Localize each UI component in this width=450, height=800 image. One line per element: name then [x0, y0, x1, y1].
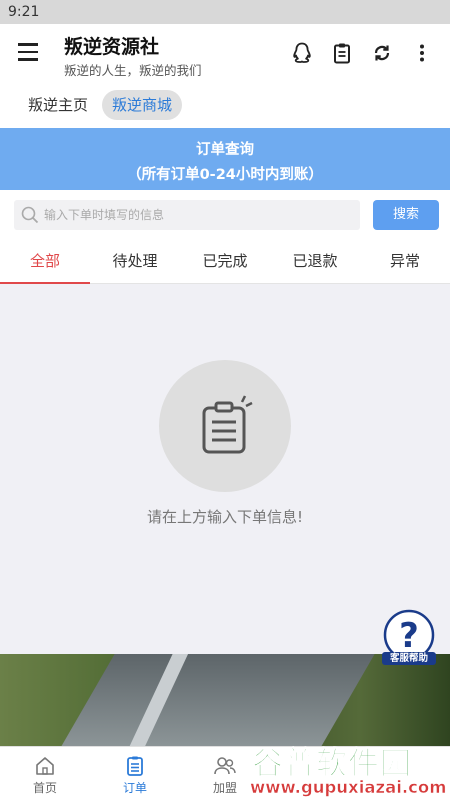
app-bar: 叛逆资源社 叛逆的人生，叛逆的我们 — [0, 24, 450, 82]
tab-completed[interactable]: 已完成 — [180, 240, 270, 283]
svg-text:?: ? — [399, 616, 419, 656]
more-vertical-icon — [420, 44, 424, 62]
app-title: 叛逆资源社 — [64, 36, 160, 58]
tab-pending[interactable]: 待处理 — [90, 240, 180, 283]
empty-state-illustration — [159, 360, 291, 492]
app-subtitle: 叛逆的人生，叛逆的我们 — [64, 63, 202, 78]
tab-abnormal[interactable]: 异常 — [360, 240, 450, 283]
empty-state-message: 请在上方输入下单信息! — [146, 508, 303, 526]
watermark-logo: 谷普软件园 www.gupuxiazai.com — [248, 738, 450, 800]
refresh-button[interactable] — [362, 38, 402, 68]
site-nav-tabs: 叛逆主页 叛逆商城 — [0, 82, 450, 128]
nav-tab-shop[interactable]: 叛逆商城 — [102, 90, 183, 120]
order-status-tabs: 全部 待处理 已完成 已退款 异常 — [0, 240, 450, 284]
bottom-nav-home[interactable]: 首页 — [0, 747, 90, 800]
status-time: 9:21 — [8, 4, 40, 20]
watermark-url: www.gupuxiazai.com — [250, 778, 447, 798]
qq-button[interactable] — [282, 38, 322, 68]
users-icon — [214, 757, 236, 775]
qq-icon — [293, 42, 311, 63]
bottom-nav-orders[interactable]: 订单 — [90, 747, 180, 800]
refresh-icon — [374, 45, 390, 61]
search-box — [14, 200, 360, 230]
tab-refunded[interactable]: 已退款 — [270, 240, 360, 283]
tab-all[interactable]: 全部 — [0, 240, 90, 284]
menu-button[interactable] — [14, 38, 42, 66]
nav-tab-home[interactable]: 叛逆主页 — [18, 90, 98, 120]
order-icon — [127, 756, 143, 776]
status-bar: 9:21 — [0, 0, 450, 24]
search-input[interactable] — [44, 200, 354, 230]
bottom-nav-orders-label: 订单 — [122, 781, 147, 795]
empty-clipboard-icon — [202, 395, 253, 454]
search-button[interactable]: 搜索 — [373, 200, 439, 230]
search-row: 搜索 — [0, 190, 450, 240]
search-icon — [21, 206, 39, 224]
watermark-title: 谷普软件园 — [252, 746, 412, 783]
help-label[interactable]: 客服帮助 — [382, 652, 436, 665]
background-scene-image — [0, 654, 450, 746]
home-icon — [36, 757, 54, 775]
bottom-nav-home-label: 首页 — [32, 781, 57, 795]
clipboard-button[interactable] — [322, 38, 362, 68]
more-button[interactable] — [402, 38, 442, 68]
banner-note: （所有订单0-24小时内到账） — [127, 167, 323, 183]
banner-title: 订单查询 — [196, 142, 254, 158]
clipboard-icon — [334, 43, 350, 64]
order-query-banner: 订单查询 （所有订单0-24小时内到账） — [0, 128, 450, 190]
